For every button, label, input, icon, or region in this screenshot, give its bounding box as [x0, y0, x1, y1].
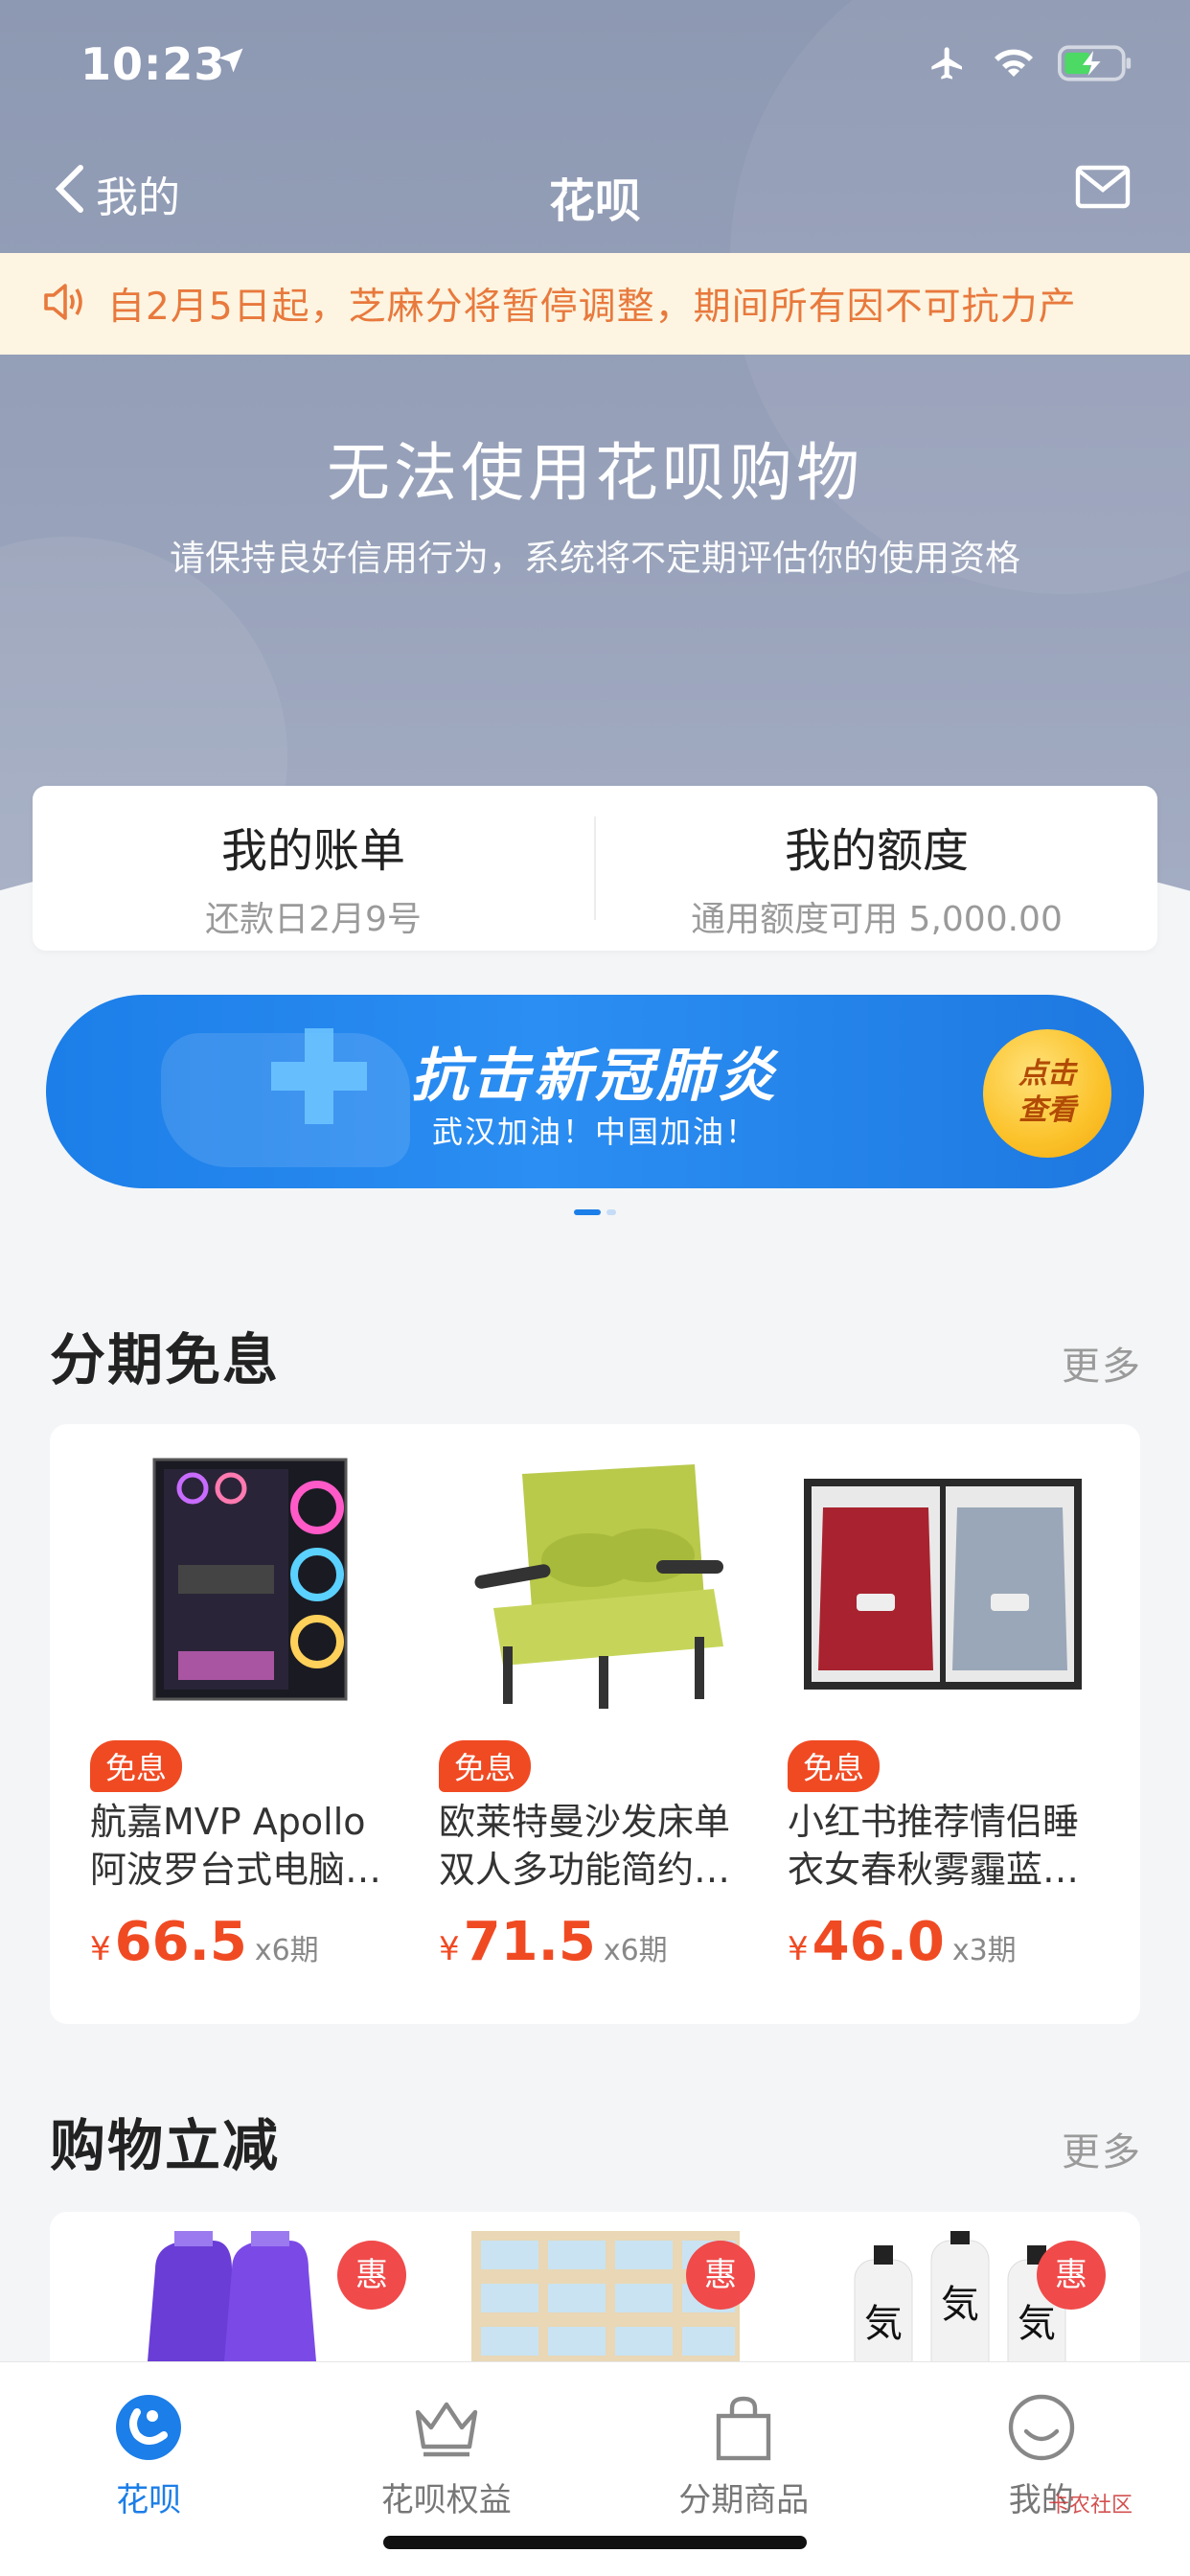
notice-text: 自2月5日起，芝麻分将暂停调整，期间所有因不可抗力产 [107, 286, 1077, 329]
tab-label: 分期商品 [678, 2481, 810, 2519]
price-value: 46.0 [812, 1911, 945, 1973]
huabei-icon [0, 2385, 298, 2470]
installment-count: x3期 [951, 1934, 1017, 1967]
product-name-line2: 阿波罗台式电脑… [90, 1849, 382, 1891]
smiley-icon [893, 2385, 1190, 2470]
currency-symbol: ¥ [439, 1930, 460, 1968]
promo-banner[interactable]: 抗击新冠肺炎 武汉加油！中国加油！ 点击 查看 [46, 995, 1144, 1188]
home-indicator[interactable] [383, 2536, 807, 2549]
product-image-sofa-bed [439, 1447, 749, 1721]
interest-free-badge: 免息 [788, 1740, 881, 1792]
bill-label: 我的账单 [220, 824, 405, 878]
my-quota-button[interactable]: 我的额度 通用额度可用 5,000.00 [594, 816, 1157, 939]
product-item[interactable]: 免息 小红书推荐情侣睡 衣女春秋雾霾蓝… ¥ 46.0 x3期 [768, 1447, 1117, 2024]
product-name-line2: 衣女春秋雾霾蓝… [788, 1849, 1080, 1891]
shopping-bag-icon [595, 2385, 893, 2470]
discount-badge: 惠 [337, 2241, 406, 2310]
bill-due-date: 还款日2月9号 [205, 900, 422, 939]
currency-symbol: ¥ [90, 1930, 111, 1968]
product-price: ¥ 71.5 x6期 [439, 1911, 749, 1973]
product-name-line1: 航嘉MVP Apollo [90, 1801, 366, 1843]
tab-huabei[interactable]: 花呗 [0, 2362, 298, 2576]
svg-text:気: 気 [941, 2283, 979, 2327]
status-bar: 10:23 [0, 0, 1190, 134]
section-title: 购物立减 [50, 2113, 281, 2178]
section-installment-header: 分期免息 更多 [50, 1315, 1142, 1395]
banner-title: 抗击新冠肺炎 [411, 1043, 779, 1110]
wifi-icon [991, 46, 1037, 84]
installment-count: x6期 [254, 1934, 319, 1967]
battery-icon [1058, 45, 1133, 85]
speaker-icon [42, 282, 86, 326]
product-item[interactable]: 免息 航嘉MVP Apollo 阿波罗台式电脑… ¥ 66.5 x6期 [71, 1447, 420, 2024]
location-arrow-icon [217, 46, 245, 79]
airplane-icon [926, 44, 970, 86]
notice-bar[interactable]: 自2月5日起，芝麻分将暂停调整，期间所有因不可抗力产 [0, 253, 1190, 355]
tab-mine[interactable]: 我的 [893, 2362, 1190, 2576]
section-discount-header: 购物立减 更多 [50, 2101, 1142, 2181]
mail-icon[interactable] [1075, 165, 1131, 213]
summary-card: 我的账单 还款日2月9号 我的额度 通用额度可用 5,000.00 [33, 786, 1157, 951]
cta-line2: 查看 [1018, 1093, 1076, 1127]
product-price: ¥ 66.5 x6期 [90, 1911, 400, 1973]
tab-label: 花呗权益 [380, 2481, 512, 2519]
hero-subtitle: 请保持良好信用行为，系统将不定期评估你的使用资格 [170, 538, 1020, 579]
section-title: 分期免息 [50, 1327, 281, 1392]
nav-bar: 我的 花呗 [0, 144, 1190, 240]
quota-available: 通用额度可用 5,000.00 [691, 900, 1063, 939]
discount-badge: 惠 [1037, 2241, 1106, 2310]
product-name-line1: 欧莱特曼沙发床单 [439, 1801, 731, 1843]
installment-count: x6期 [603, 1934, 668, 1967]
product-name-line2: 双人多功能简约… [439, 1849, 731, 1891]
product-price: ¥ 46.0 x3期 [788, 1911, 1098, 1973]
interest-free-badge: 免息 [90, 1740, 183, 1792]
product-item[interactable]: 免息 欧莱特曼沙发床单 双人多功能简约… ¥ 71.5 x6期 [420, 1447, 768, 2024]
watermark: 卡农社区 [1047, 2494, 1133, 2518]
more-link[interactable]: 更多 [1062, 2121, 1142, 2176]
interest-free-badge: 免息 [439, 1740, 532, 1792]
price-value: 71.5 [463, 1911, 596, 1973]
product-image-pajamas [788, 1447, 1098, 1721]
product-image-pc-case [90, 1447, 400, 1721]
crown-icon [298, 2385, 596, 2470]
my-bill-button[interactable]: 我的账单 还款日2月9号 [33, 786, 594, 951]
tab-label: 我的 [1008, 2481, 1074, 2519]
discount-badge: 惠 [686, 2241, 755, 2310]
status-time: 10:23 [80, 38, 226, 90]
product-name-line1: 小红书推荐情侣睡 [788, 1801, 1080, 1843]
cta-line1: 点击 [1018, 1057, 1076, 1091]
quota-label: 我的额度 [784, 824, 969, 878]
banner-subtitle: 武汉加油！中国加油！ [431, 1114, 758, 1150]
svg-text:気: 気 [1018, 2302, 1056, 2346]
installment-products: 免息 航嘉MVP Apollo 阿波罗台式电脑… ¥ 66.5 x6期 免息 欧… [50, 1424, 1140, 2024]
tab-label: 花呗 [116, 2481, 182, 2519]
currency-symbol: ¥ [788, 1930, 809, 1968]
price-value: 66.5 [114, 1911, 247, 1973]
svg-text:気: 気 [864, 2302, 903, 2346]
more-link[interactable]: 更多 [1062, 1335, 1142, 1391]
banner-cta-button[interactable]: 点击 查看 [983, 1029, 1111, 1158]
hero-title: 无法使用花呗购物 [327, 436, 863, 510]
page-title: 花呗 [548, 174, 641, 228]
carousel-indicator [0, 1209, 1190, 1215]
